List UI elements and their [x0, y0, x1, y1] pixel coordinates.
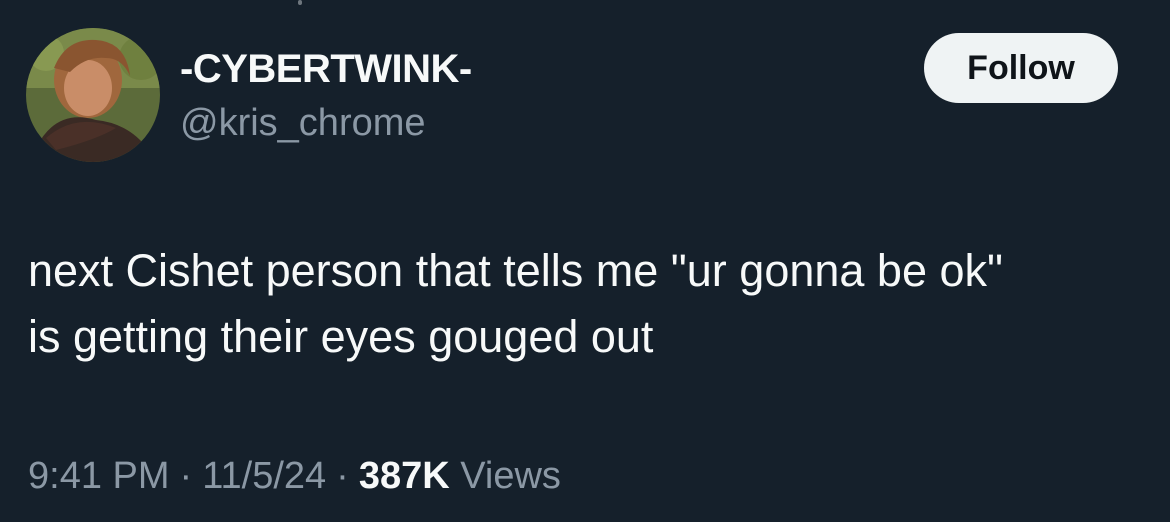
views-count: 387K — [358, 455, 450, 497]
follow-button[interactable]: Follow — [924, 33, 1118, 103]
tweet-text: next Cishet person that tells me "ur gon… — [28, 238, 1148, 370]
views-label: Views — [460, 455, 561, 497]
profile-photo-icon — [26, 28, 160, 162]
tweet-card: -CYBERTWINK- @kris_chrome Follow next Ci… — [0, 0, 1170, 522]
separator: · — [336, 455, 349, 497]
tweet-meta: 9:41 PM · 11/5/24 · 387K Views — [28, 452, 561, 500]
tweet-time[interactable]: 9:41 PM — [28, 455, 170, 497]
thread-connector — [298, 0, 302, 5]
avatar[interactable] — [26, 28, 160, 162]
tweet-text-line: next Cishet person that tells me "ur gon… — [28, 245, 1003, 296]
tweet-date[interactable]: 11/5/24 — [202, 455, 326, 497]
separator: · — [179, 455, 193, 497]
author-handle[interactable]: @kris_chrome — [180, 100, 426, 146]
tweet-text-line: is getting their eyes gouged out — [28, 311, 654, 362]
author-display-name[interactable]: -CYBERTWINK- — [180, 44, 472, 94]
